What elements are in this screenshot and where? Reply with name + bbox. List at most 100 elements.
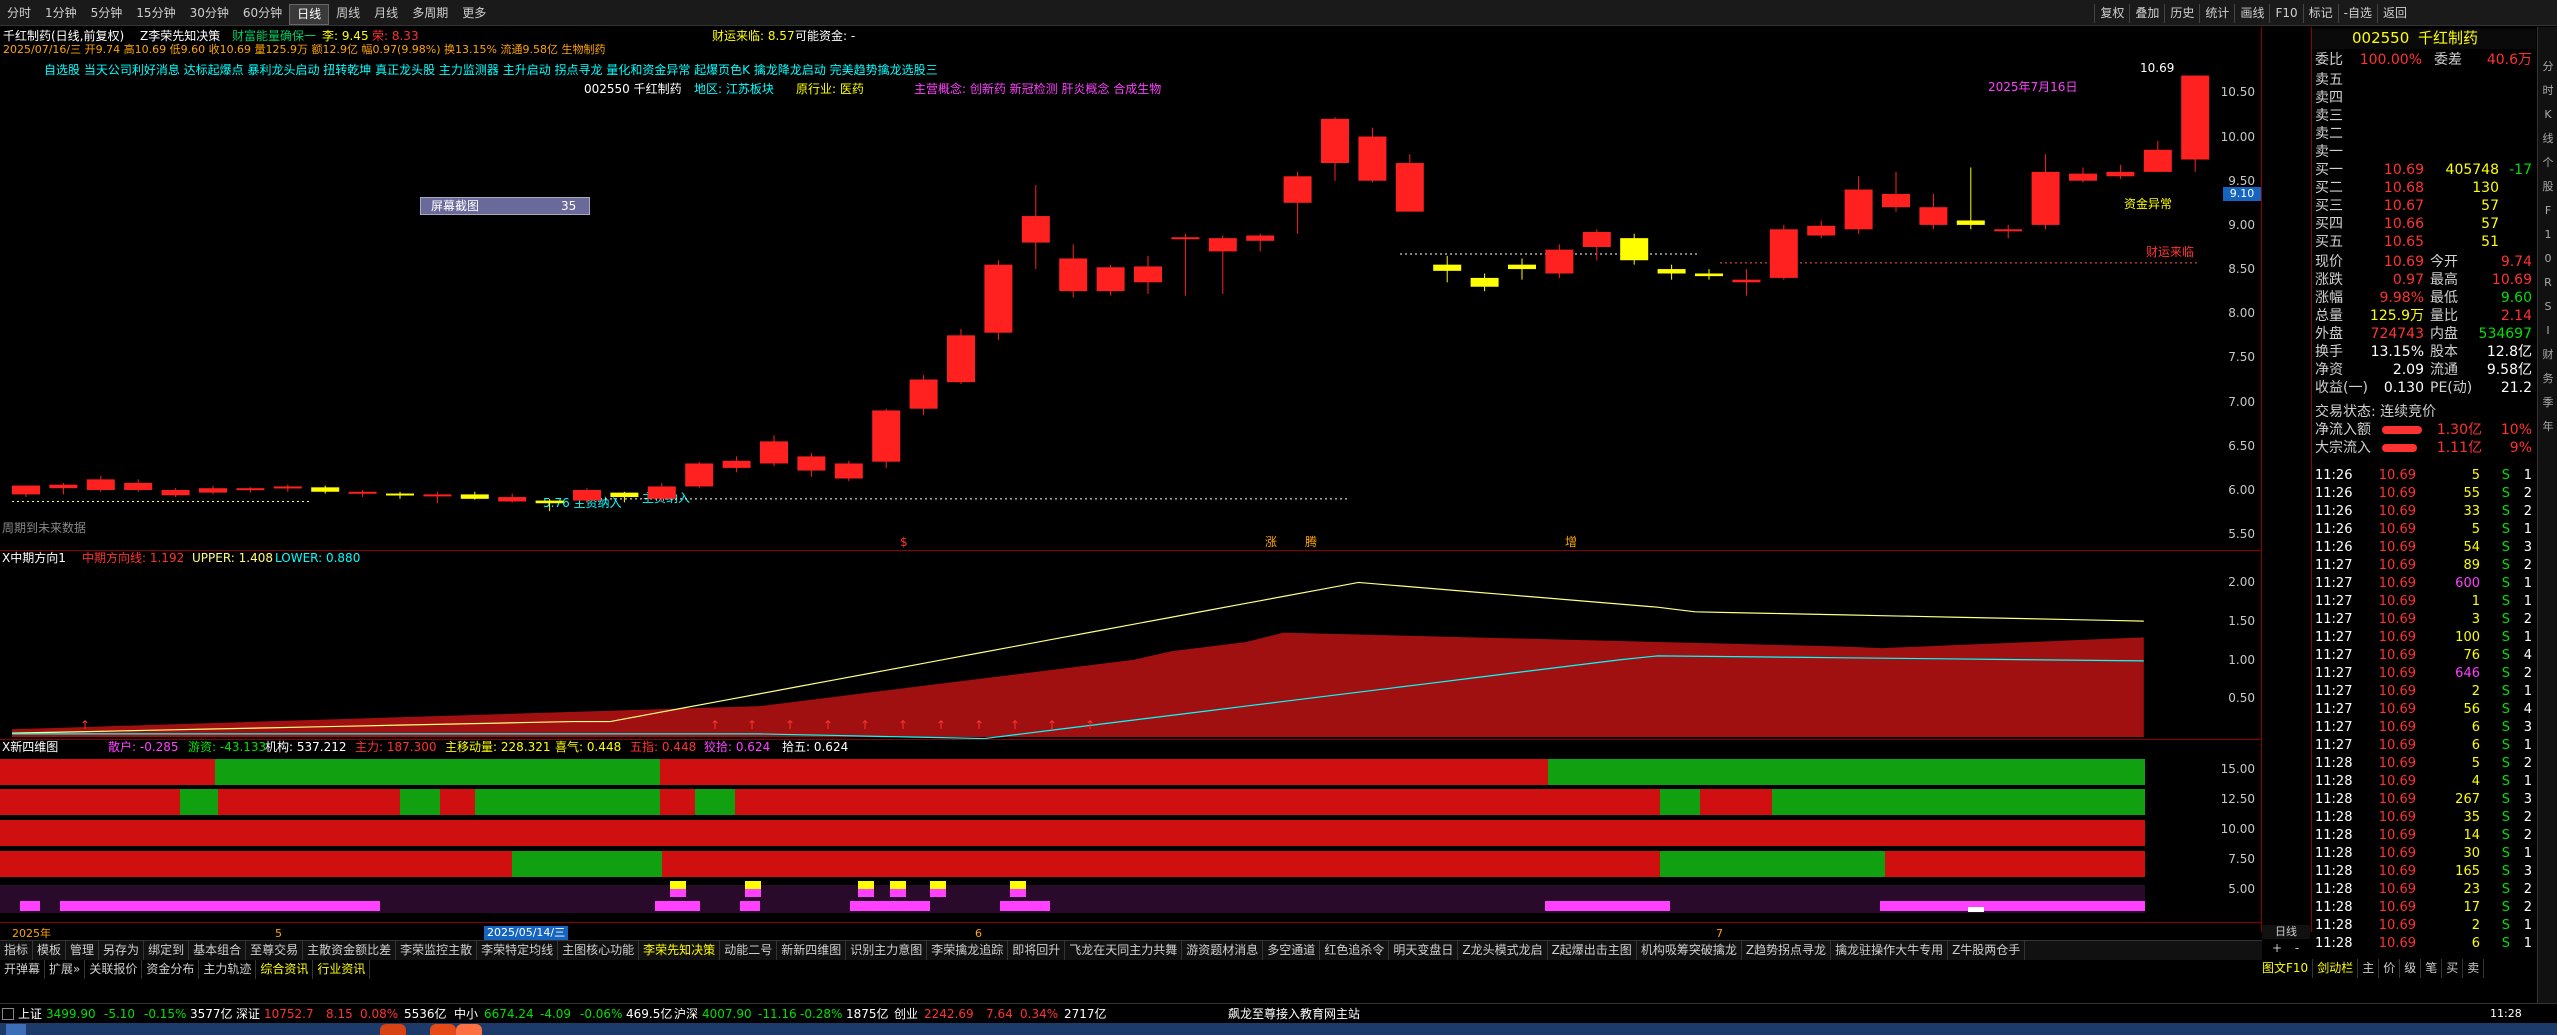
tick-row[interactable]: 11:26 10.69 5 S 1 [2312,467,2536,485]
period-tab[interactable]: 60分钟 [236,4,289,25]
sidebar-button[interactable]: 季 [2540,393,2556,413]
tick-row[interactable]: 11:26 10.69 55 S 2 [2312,485,2536,503]
indicator-tab[interactable]: Z龙头模式龙启 [1458,941,1548,960]
tick-row[interactable]: 11:27 10.69 56 S 4 [2312,701,2536,719]
quote-tab[interactable]: 图文F10 [2258,959,2314,978]
indicator-tab[interactable]: 李荣先知决策 [639,941,721,960]
indicator-tab[interactable]: 明天变盘日 [1389,941,1459,960]
tick-row[interactable]: 11:27 10.69 3 S 2 [2312,611,2536,629]
tick-row[interactable]: 11:28 10.69 14 S 2 [2312,827,2536,845]
indicator-tab[interactable]: 红色追杀令 [1320,941,1390,960]
toolbar-button[interactable]: 统计 [2199,4,2234,23]
sidebar-button[interactable]: K [2540,105,2556,125]
indicator-tab[interactable]: 李荣擒龙追踪 [927,941,1009,960]
tick-row[interactable]: 11:28 10.69 23 S 2 [2312,881,2536,899]
toolbar-button[interactable]: 返回 [2376,4,2412,23]
indicator-tab[interactable]: 游资题材消息 [1182,941,1264,960]
info-tab[interactable]: 主力轨迹 [199,960,257,979]
info-tab[interactable]: 扩展» [45,960,86,979]
indicator-tab[interactable]: 动能二号 [720,941,778,960]
period-indicator[interactable]: 日线 [2262,925,2310,939]
indicator-tab[interactable]: 多空通道 [1263,941,1321,960]
sidebar-button[interactable]: F [2540,201,2556,221]
quote-tab[interactable]: 级 [2400,959,2422,978]
info-tab[interactable]: 综合资讯 [256,960,314,979]
tick-row[interactable]: 11:27 10.69 6 S 1 [2312,737,2536,755]
sidebar-button[interactable]: 务 [2540,369,2556,389]
tick-row[interactable]: 11:28 10.69 30 S 1 [2312,845,2536,863]
tick-row[interactable]: 11:28 10.69 267 S 3 [2312,791,2536,809]
tick-row[interactable]: 11:28 10.69 5 S 2 [2312,755,2536,773]
tick-row[interactable]: 11:26 10.69 54 S 3 [2312,539,2536,557]
sidebar-button[interactable]: R [2540,273,2556,293]
indicator-tab[interactable]: 主散资金额比差 [303,941,397,960]
period-tab[interactable]: 1分钟 [38,4,84,25]
index-sh[interactable]: 上证 [18,1004,42,1024]
tick-row[interactable]: 11:28 10.69 4 S 1 [2312,773,2536,791]
indicator-tab[interactable]: Z牛股两仓手 [1948,941,2026,960]
indicator-tab[interactable]: 主图核心功能 [558,941,640,960]
info-tab[interactable]: 关联报价 [85,960,143,979]
quote-tab[interactable]: 卖 [2463,959,2485,978]
period-tab[interactable]: 5分钟 [84,4,130,25]
indicator-tab[interactable]: 管理 [66,941,100,960]
indicator-tab[interactable]: 基本组合 [189,941,247,960]
tick-row[interactable]: 11:27 10.69 76 S 4 [2312,647,2536,665]
start-icon[interactable] [6,1024,26,1035]
toolbar-button[interactable]: 画线 [2234,4,2269,23]
indicator-tab[interactable]: 擒龙驻操作大牛专用 [1831,941,1949,960]
toolbar-button[interactable]: 叠加 [2129,4,2164,23]
zoom-out-button[interactable]: - [2290,941,2304,955]
indicator-tab[interactable]: 另存为 [99,941,145,960]
news-ticker[interactable]: 飙龙至尊接入教育网主站 [1228,1004,1360,1024]
sidebar-button[interactable]: S [2540,297,2556,317]
index-zx[interactable]: 中小 [454,1004,478,1024]
quote-tab[interactable]: 剑动栏 [2313,959,2359,978]
info-tab[interactable]: 行业资讯 [313,960,371,979]
menu-icon[interactable] [2,1008,14,1020]
indicator-tab[interactable]: 识别主力意图 [846,941,928,960]
tick-row[interactable]: 11:27 10.69 600 S 1 [2312,575,2536,593]
tick-row[interactable]: 11:27 10.69 89 S 2 [2312,557,2536,575]
toolbar-button[interactable]: 标记 [2302,4,2338,23]
tick-row[interactable]: 11:26 10.69 33 S 2 [2312,503,2536,521]
sidebar-button[interactable]: 年 [2540,417,2556,437]
app-icon[interactable] [380,1024,406,1035]
sidebar-button[interactable]: 1 [2540,225,2556,245]
quote-tab[interactable]: 笔 [2421,959,2443,978]
quote-tab[interactable]: 主 [2358,959,2380,978]
sidebar-button[interactable]: I [2540,321,2556,341]
period-tab[interactable]: 更多 [455,4,493,25]
period-tab[interactable]: 日线 [289,4,330,25]
chart-area[interactable]: 千红制药(日线,前复权) Z李荣先知决策 财富能量确保一 李: 9.45 荣: … [0,27,2262,940]
indicator-tab[interactable]: 机构吸筹突破擒龙 [1637,941,1742,960]
tick-row[interactable]: 11:28 10.69 2 S 1 [2312,917,2536,935]
tick-row[interactable]: 11:27 10.69 6 S 3 [2312,719,2536,737]
indicator-tab[interactable]: Z起爆出击主图 [1548,941,1637,960]
zoom-in-button[interactable]: + [2270,941,2284,955]
toolbar-button[interactable]: -自选 [2337,4,2377,23]
indicator-tab[interactable]: 李荣特定均线 [477,941,559,960]
period-tab[interactable]: 分时 [0,4,38,25]
sidebar-button[interactable]: 分 [2540,57,2556,77]
kline-chart[interactable]: ↑ ↑ ↑ ↑ ↑ ↑ ↑ ↑ ↑ ↑ ↑ ↑ [0,27,2262,932]
tick-row[interactable]: 11:27 10.69 1 S 1 [2312,593,2536,611]
sidebar-button[interactable]: 时 [2540,81,2556,101]
tick-row[interactable]: 11:28 10.69 165 S 3 [2312,863,2536,881]
tick-row[interactable]: 11:28 10.69 6 S 1 [2312,935,2536,953]
indicator-tab[interactable]: 新新四维图 [777,941,847,960]
indicator-tab[interactable]: 即将回升 [1008,941,1066,960]
indicator-tab[interactable]: 飞龙在天同主力共舞 [1065,941,1183,960]
index-sz[interactable]: 深证 [236,1004,260,1024]
period-tab[interactable]: 周线 [329,4,367,25]
sidebar-button[interactable]: 个 [2540,153,2556,173]
info-tab[interactable]: 开弹幕 [0,960,46,979]
indicator-tab[interactable]: Z趋势拐点寻龙 [1742,941,1832,960]
toolbar-button[interactable]: 复权 [2094,4,2129,23]
tick-row[interactable]: 11:27 10.69 2 S 1 [2312,683,2536,701]
toolbar-button[interactable]: 历史 [2164,4,2199,23]
tick-row[interactable]: 11:28 10.69 35 S 2 [2312,809,2536,827]
tick-row[interactable]: 11:26 10.69 5 S 1 [2312,521,2536,539]
sidebar-button[interactable]: 线 [2540,129,2556,149]
indicator-tab[interactable]: 李荣监控主散 [396,941,478,960]
